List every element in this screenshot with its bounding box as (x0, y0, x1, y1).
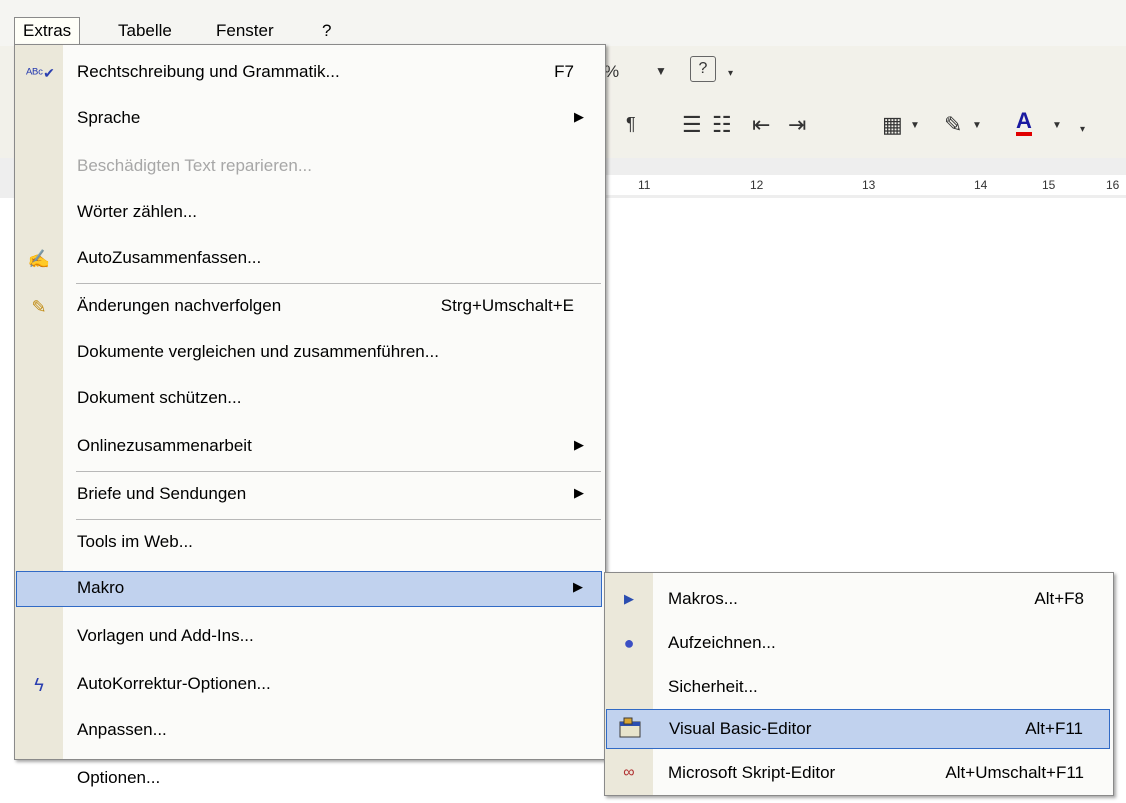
menu-tabelle-label: Tabelle (118, 21, 172, 40)
border-dropdown-icon[interactable]: ▼ (910, 120, 920, 131)
menu-item-customize[interactable]: Anpassen... (16, 713, 602, 749)
menu-item-spellcheck[interactable]: ᴬᴮᶜ✔ Rechtschreibung und Grammatik... F7 (16, 55, 602, 91)
menu-item-makro[interactable]: Makro ▶ (16, 571, 602, 607)
horizontal-ruler[interactable]: 11 12 13 14 15 16 (600, 175, 1126, 195)
ruler-tick: 14 (974, 178, 988, 192)
play-icon: ▶ (624, 591, 634, 606)
menu-item-autocorrect-options[interactable]: ϟ AutoKorrektur-Optionen... (16, 667, 602, 703)
font-color-icon[interactable]: A (1016, 110, 1032, 136)
indent-icon[interactable]: ⇥ (788, 112, 806, 138)
menu-item-label: Onlinezusammenarbeit (77, 436, 252, 455)
pilcrow-icon[interactable]: ¶ (626, 114, 636, 135)
menu-item-protect-document[interactable]: Dokument schützen... (16, 381, 602, 417)
menu-item-online-collaboration[interactable]: Onlinezusammenarbeit ▶ (16, 429, 602, 465)
menu-help-label: ? (322, 21, 332, 40)
menu-item-label: Dokument schützen... (77, 388, 242, 407)
menu-item-sprache[interactable]: Sprache ▶ (16, 101, 602, 137)
autosummarize-icon: ✍ (27, 249, 51, 269)
menu-item-label: Tools im Web... (77, 532, 193, 551)
vb-editor-icon (617, 717, 643, 741)
menu-bar: Extras Tabelle Fenster ? (0, 0, 1126, 46)
menu-separator (76, 283, 601, 284)
script-editor-icon: ∞ (623, 764, 635, 781)
record-icon: ● (623, 633, 635, 653)
font-color-dropdown-icon[interactable]: ▼ (1052, 120, 1062, 131)
menu-item-label: AutoKorrektur-Optionen... (77, 674, 271, 693)
menu-item-label: Beschädigten Text reparieren... (77, 156, 312, 175)
menu-item-repair-text: Beschädigten Text reparieren... (16, 149, 602, 185)
submenu-arrow-icon: ▶ (574, 437, 584, 452)
submenu-item-shortcut: Alt+Umschalt+F11 (945, 763, 1084, 782)
track-changes-icon: ✎ (31, 297, 47, 317)
outdent-icon[interactable]: ⇤ (752, 112, 770, 138)
submenu-item-macros[interactable]: ▶ Makros... Alt+F8 (606, 579, 1110, 619)
spellcheck-icon: ᴬᴮᶜ✔ (26, 65, 55, 81)
numbering-icon[interactable]: ☰ (682, 112, 702, 138)
menu-fenster-label: Fenster (216, 21, 274, 40)
menu-item-label: Makro (77, 578, 125, 597)
submenu-item-label: Makros... (668, 589, 738, 608)
menu-item-word-count[interactable]: Wörter zählen... (16, 195, 602, 231)
zoom-suffix: % (604, 62, 620, 81)
menu-tabelle[interactable]: Tabelle (110, 18, 180, 44)
submenu-item-shortcut: Alt+F8 (1034, 589, 1084, 608)
menu-extras-label: Extras (23, 21, 72, 40)
ruler-tick: 13 (862, 178, 876, 192)
submenu-item-security[interactable]: Sicherheit... (606, 667, 1110, 707)
makro-submenu: ▶ Makros... Alt+F8 ● Aufzeichnen... Sich… (604, 572, 1114, 796)
menu-help[interactable]: ? (314, 18, 339, 44)
menu-separator (76, 471, 601, 472)
menu-item-templates-addins[interactable]: Vorlagen und Add-Ins... (16, 619, 602, 655)
menu-item-label: Dokumente vergleichen und zusammenführen… (77, 342, 439, 361)
submenu-item-label: Microsoft Skript-Editor (668, 763, 836, 782)
menu-item-label: Rechtschreibung und Grammatik... (77, 62, 340, 81)
menu-item-label: Vorlagen und Add-Ins... (77, 626, 254, 645)
menu-item-label: Änderungen nachverfolgen (77, 296, 282, 315)
zoom-dropdown-arrow-icon[interactable]: ▼ (655, 64, 667, 78)
menu-separator (76, 519, 601, 520)
ruler-tick: 11 (638, 178, 651, 192)
submenu-item-script-editor[interactable]: ∞ Microsoft Skript-Editor Alt+Umschalt+F… (606, 753, 1110, 793)
toolbar-options-icon-2[interactable]: ▾ (1080, 124, 1085, 135)
help-icon[interactable]: ? (690, 56, 716, 82)
submenu-arrow-icon: ▶ (574, 109, 584, 124)
menu-item-shortcut: F7 (554, 62, 574, 81)
menu-item-label: AutoZusammenfassen... (77, 248, 262, 267)
menu-item-compare-merge[interactable]: Dokumente vergleichen und zusammenführen… (16, 335, 602, 371)
submenu-item-vb-editor[interactable]: Visual Basic-Editor Alt+F11 (606, 709, 1110, 749)
highlight-icon[interactable]: ✎ (944, 112, 962, 138)
extras-menu: ᴬᴮᶜ✔ Rechtschreibung und Grammatik... F7… (14, 44, 606, 787)
menu-item-track-changes[interactable]: ✎ Änderungen nachverfolgen Strg+Umschalt… (16, 289, 602, 325)
menu-item-options[interactable]: Optionen... (16, 761, 602, 797)
ruler-tick: 16 (1106, 178, 1120, 192)
border-icon[interactable]: ▦ (882, 112, 903, 138)
submenu-item-label: Visual Basic-Editor (669, 719, 812, 738)
menu-item-shortcut: Strg+Umschalt+E (440, 296, 574, 315)
menu-item-autosummarize[interactable]: ✍ AutoZusammenfassen... (16, 241, 602, 277)
menu-item-label: Optionen... (77, 768, 161, 787)
submenu-item-label: Sicherheit... (668, 677, 758, 696)
submenu-item-label: Aufzeichnen... (668, 633, 776, 652)
ruler-tick: 12 (750, 178, 764, 192)
menu-item-label: Wörter zählen... (77, 202, 197, 221)
submenu-arrow-icon: ▶ (574, 485, 584, 500)
submenu-arrow-icon: ▶ (573, 579, 583, 594)
menu-item-label: Sprache (77, 108, 141, 127)
menu-item-label: Anpassen... (77, 720, 167, 739)
menu-item-label: Briefe und Sendungen (77, 484, 247, 503)
toolbar-options-icon[interactable]: ▾ (728, 68, 733, 79)
menu-extras[interactable]: Extras (14, 17, 81, 46)
menu-fenster[interactable]: Fenster (208, 18, 282, 44)
bullets-icon[interactable]: ☷ (712, 112, 732, 138)
highlight-dropdown-icon[interactable]: ▼ (972, 120, 982, 131)
autocorrect-icon: ϟ (34, 675, 44, 695)
submenu-item-shortcut: Alt+F11 (1025, 719, 1083, 738)
menu-item-letters-mailings[interactable]: Briefe und Sendungen ▶ (16, 477, 602, 513)
ruler-tick: 15 (1042, 178, 1056, 192)
submenu-item-record[interactable]: ● Aufzeichnen... (606, 623, 1110, 663)
menu-item-tools-web[interactable]: Tools im Web... (16, 525, 602, 561)
